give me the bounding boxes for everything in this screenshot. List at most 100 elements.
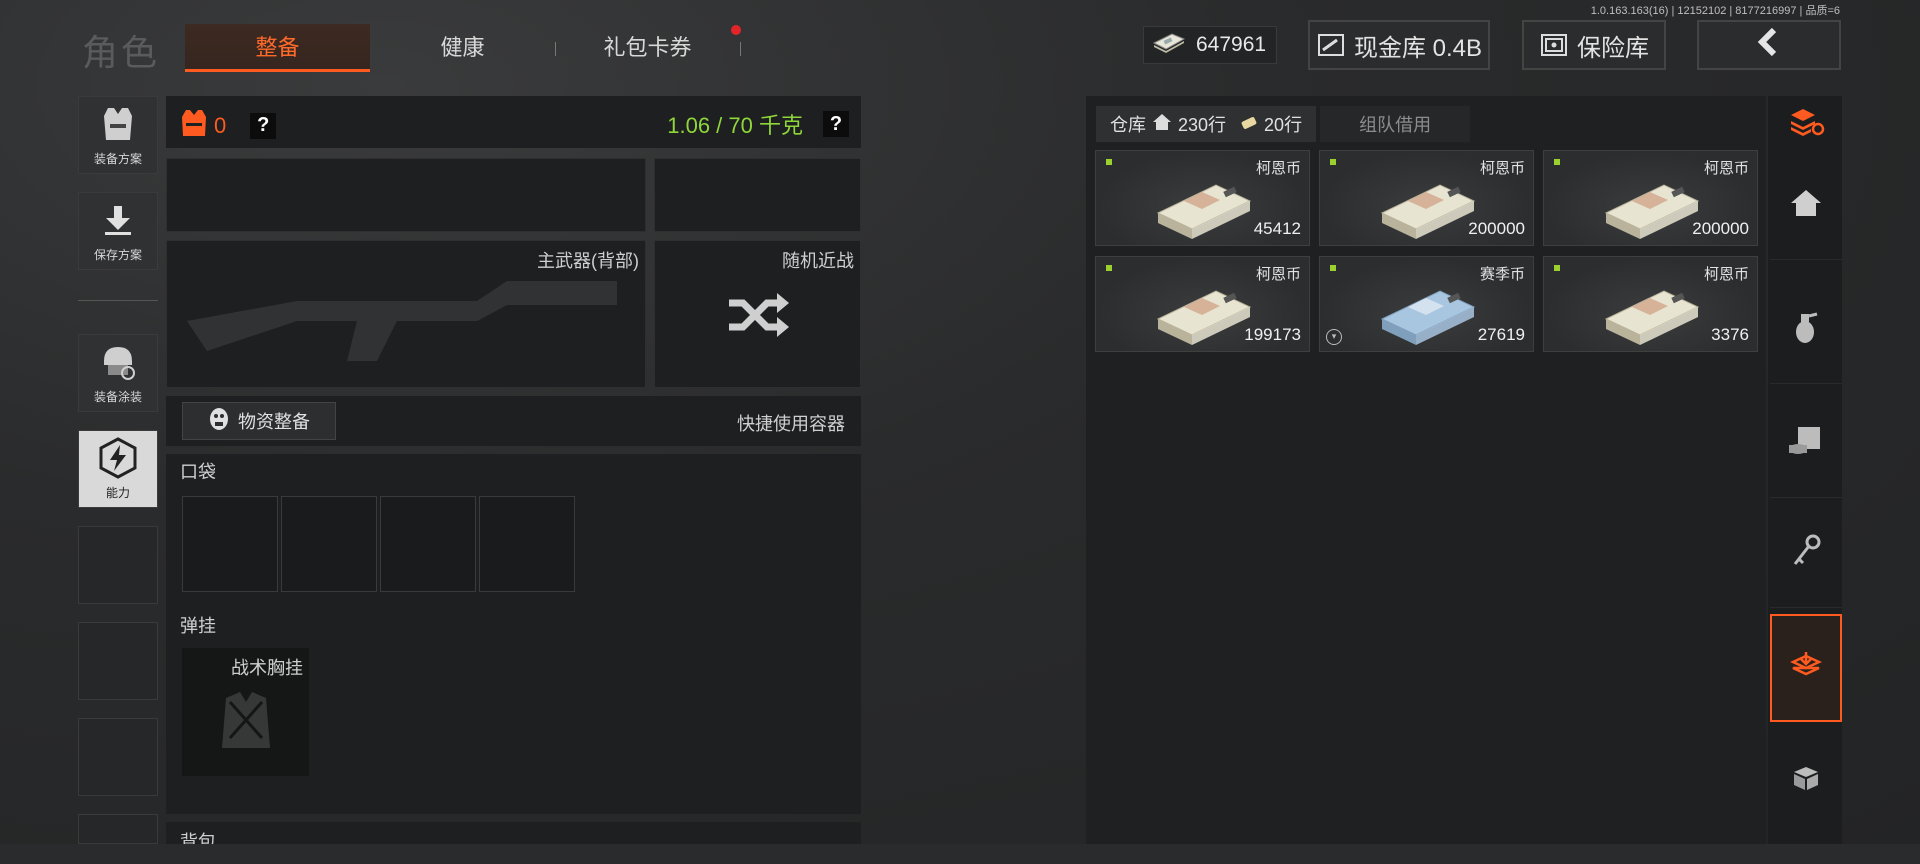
category-grenade[interactable] xyxy=(1770,276,1842,384)
grenade-icon xyxy=(1791,310,1821,349)
stash-extra-rows: 20行 xyxy=(1264,115,1303,135)
primary-weapon-slot[interactable]: 主武器(背部) xyxy=(166,240,646,388)
koen-coin-icon xyxy=(1602,169,1702,246)
weight-bar: 0 ? 1.06 / 70 千克 ? xyxy=(166,96,861,148)
ammo-icon xyxy=(1788,425,1824,462)
rifle-silhouette-icon xyxy=(187,281,617,361)
supply-bar: 物资整备 快捷使用容器 xyxy=(166,396,861,446)
stash-item[interactable]: 柯恩币 200000 xyxy=(1319,150,1534,246)
loot-icon xyxy=(1789,650,1823,687)
stash-tabs: 仓库 230行 20行 组队借用 xyxy=(1096,106,1471,142)
safe-button[interactable]: 保险库 xyxy=(1522,20,1666,70)
stash-item[interactable]: 柯恩币 199173 xyxy=(1095,256,1310,352)
safe-label: 保险库 xyxy=(1577,34,1649,62)
stash-item[interactable]: 柯恩币 45412 xyxy=(1095,150,1310,246)
back-button[interactable] xyxy=(1697,20,1841,70)
box-icon xyxy=(1790,764,1822,797)
chest-rig-icon xyxy=(222,692,270,748)
lightning-hex-icon xyxy=(97,431,139,484)
new-item-dot xyxy=(1106,265,1112,271)
melee-slot[interactable]: 随机近战 xyxy=(654,240,861,388)
item-amount: 200000 xyxy=(1692,219,1749,238)
koen-coin-icon xyxy=(1602,275,1702,352)
rig-slot[interactable]: 战术胸挂 xyxy=(182,648,309,776)
koen-coin-icon xyxy=(1378,169,1478,246)
item-amount: 27619 xyxy=(1477,325,1525,344)
help-button[interactable]: ? xyxy=(250,112,277,139)
save-plan-button[interactable]: 保存方案 xyxy=(78,192,158,270)
item-name: 柯恩币 xyxy=(1255,160,1301,177)
item-name: 柯恩币 xyxy=(1255,266,1301,283)
top-bar: 角色 整备 健康 礼包卡券 647961 现金库 0.4B 保险库 xyxy=(0,0,1920,80)
new-item-dot xyxy=(1554,265,1560,271)
armor-vest-icon xyxy=(180,108,208,143)
weight-help-button[interactable]: ? xyxy=(823,111,849,137)
mask-icon xyxy=(208,407,230,436)
tab-gift-vouchers[interactable]: 礼包卡券 xyxy=(585,24,710,72)
item-name: 赛季币 xyxy=(1479,266,1525,283)
equipment-slot[interactable] xyxy=(654,158,861,232)
rail-label: 装备涂装 xyxy=(93,390,142,404)
item-name: 柯恩币 xyxy=(1703,266,1749,283)
sort-stack-button[interactable] xyxy=(1770,96,1842,152)
rig-label: 弹挂 xyxy=(180,616,216,636)
tab-team-borrow[interactable]: 组队借用 xyxy=(1320,106,1471,142)
quick-container-label: 快捷使用容器 xyxy=(737,414,845,434)
category-home[interactable] xyxy=(1770,152,1842,260)
pocket-slot[interactable] xyxy=(380,496,476,592)
item-name: 柯恩币 xyxy=(1479,160,1525,177)
empty-slot xyxy=(78,622,158,700)
pocket-slot[interactable] xyxy=(479,496,575,592)
pocket-slot[interactable] xyxy=(281,496,377,592)
melee-label: 随机近战 xyxy=(782,251,854,271)
rail-label: 能力 xyxy=(105,486,130,500)
equipment-slot[interactable] xyxy=(166,158,646,232)
loadout-plan-button[interactable]: 装备方案 xyxy=(78,96,158,174)
season-coin-icon xyxy=(1378,275,1478,352)
new-item-dot xyxy=(1106,159,1112,165)
safe-icon xyxy=(1539,34,1569,56)
supply-button[interactable]: 物资整备 xyxy=(182,402,336,440)
cash-vault-label: 现金库 0.4B xyxy=(1353,34,1483,62)
rail-label: 装备方案 xyxy=(93,152,142,166)
tab-stash[interactable]: 仓库 230行 20行 xyxy=(1096,106,1317,142)
tab-loadout[interactable]: 整备 xyxy=(185,24,370,72)
item-amount: 200000 xyxy=(1468,219,1525,238)
new-item-dot xyxy=(1330,265,1336,271)
chevron-left-icon xyxy=(1754,27,1784,64)
koen-coin-icon xyxy=(1154,169,1254,246)
page-title: 角色 xyxy=(82,32,161,73)
tab-divider xyxy=(740,42,741,56)
home-icon xyxy=(1789,188,1823,223)
empty-slot xyxy=(78,814,158,844)
cash-vault-button[interactable]: 现金库 0.4B xyxy=(1308,20,1490,70)
category-box[interactable] xyxy=(1770,726,1842,834)
helmet-icon xyxy=(98,335,138,388)
item-name: 柯恩币 xyxy=(1703,160,1749,177)
currency-display: 647961 xyxy=(1143,26,1277,64)
pocket-slot[interactable] xyxy=(182,496,278,592)
season-badge-icon: ▾ xyxy=(1326,329,1342,345)
item-amount: 3376 xyxy=(1711,325,1749,344)
empty-slot xyxy=(78,718,158,796)
supply-button-label: 物资整备 xyxy=(238,412,310,432)
item-amount: 199173 xyxy=(1244,325,1301,344)
new-item-dot xyxy=(1554,159,1560,165)
ability-button[interactable]: 能力 xyxy=(78,430,158,508)
category-ammo[interactable] xyxy=(1770,390,1842,498)
rail-divider xyxy=(78,300,158,301)
stash-item[interactable]: 柯恩币 3376 xyxy=(1543,256,1758,352)
category-key[interactable] xyxy=(1770,500,1842,608)
rig-slot-label: 战术胸挂 xyxy=(231,658,303,678)
home-icon xyxy=(1152,113,1172,136)
stash-item[interactable]: 赛季币 27619 ▾ xyxy=(1319,256,1534,352)
pockets-label: 口袋 xyxy=(180,462,216,482)
cash-stack-icon xyxy=(1316,34,1346,56)
tab-health[interactable]: 健康 xyxy=(400,24,525,72)
armor-count: 0 xyxy=(214,112,227,138)
empty-slot xyxy=(78,526,158,604)
skin-button[interactable]: 装备涂装 xyxy=(78,334,158,412)
category-loot[interactable] xyxy=(1770,614,1842,722)
notification-dot xyxy=(731,25,741,35)
stash-item[interactable]: 柯恩币 200000 xyxy=(1543,150,1758,246)
